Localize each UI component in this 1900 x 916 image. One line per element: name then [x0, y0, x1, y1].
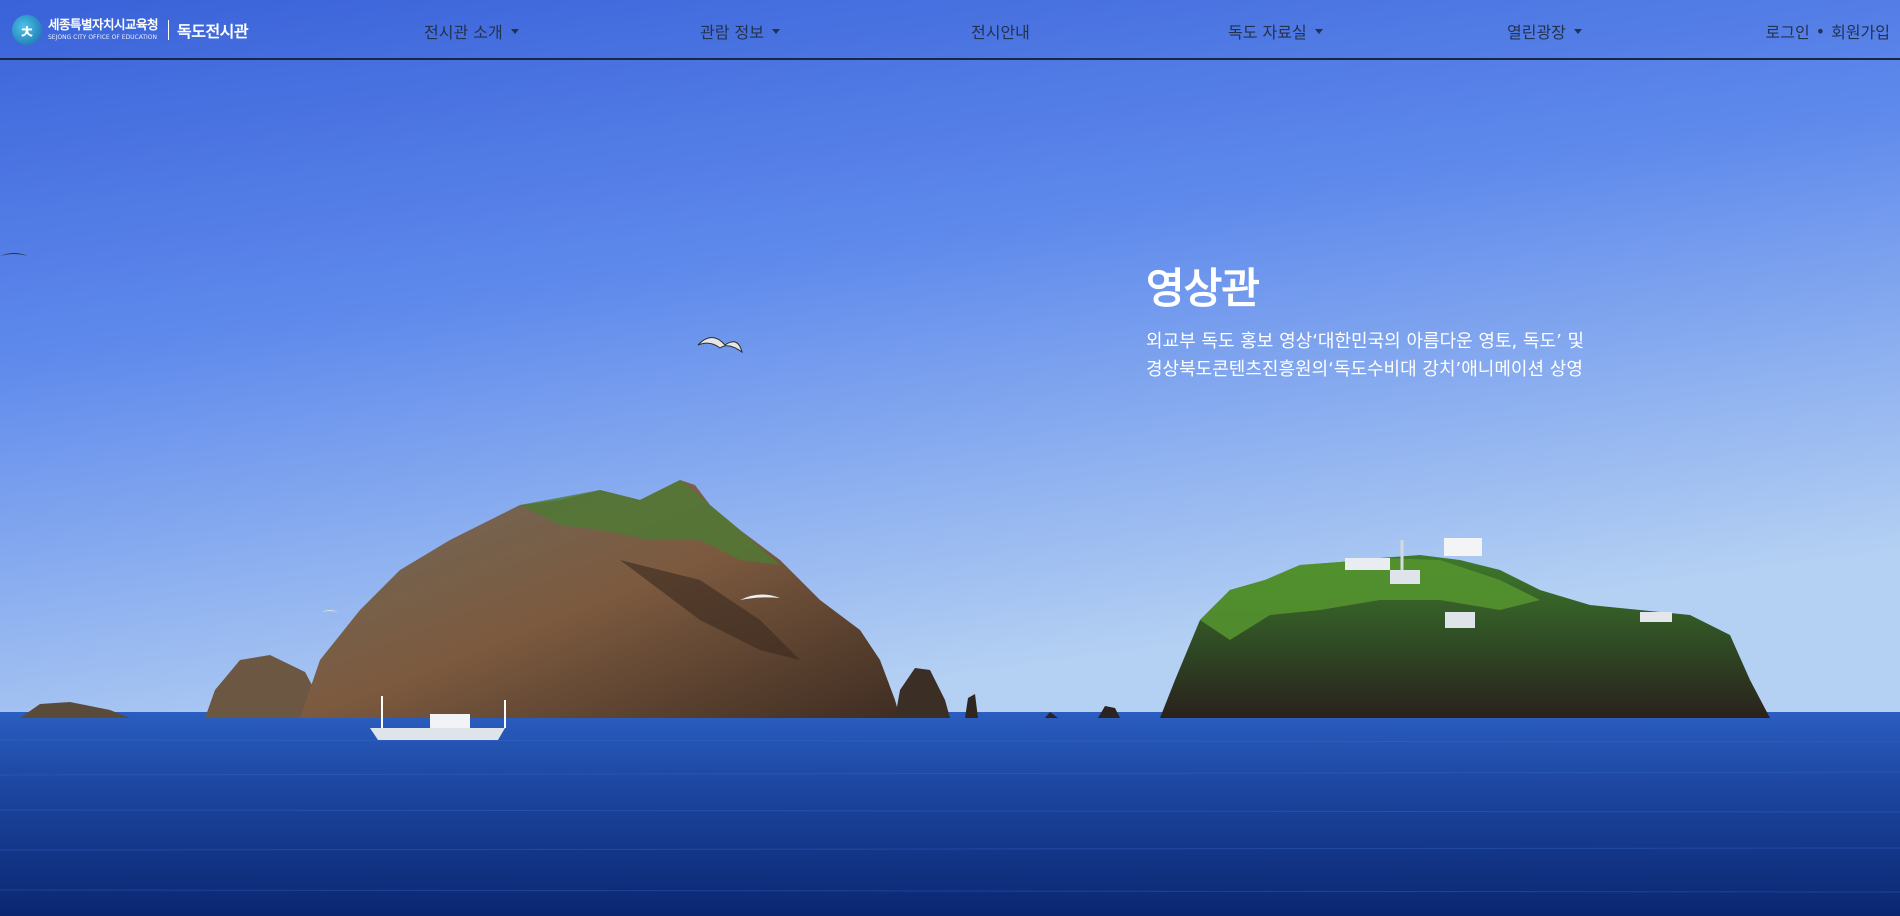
- nav-label: 열린광장: [1507, 23, 1566, 42]
- nav-exhibition-intro[interactable]: 전시관 소개: [424, 19, 519, 43]
- nav-label: 관람 정보: [700, 23, 764, 42]
- auth-separator: •: [1815, 21, 1826, 41]
- hero-description-line-2: 경상북도콘텐츠진흥원의‘독도수비대 강치’애니메이션 상영: [1146, 359, 1583, 380]
- org-name-en: SEJONG CITY OFFICE OF EDUCATION: [48, 33, 157, 41]
- org-name-block: 세종특별자치시교육청 SEJONG CITY OFFICE OF EDUCATI…: [48, 17, 159, 41]
- signup-link[interactable]: 회원가입: [1831, 19, 1890, 43]
- org-name: 세종특별자치시교육청: [48, 17, 159, 33]
- site-name: 독도전시관: [177, 22, 249, 41]
- hero-background: [0, 0, 1900, 916]
- page-title: 영상관: [1146, 264, 1260, 313]
- hero-caption: 영상관 외교부 독도 홍보 영상‘대한민국의 아름다운 영토, 독도’ 및 경상…: [1146, 255, 1584, 384]
- hero-scene-image: [0, 0, 1900, 916]
- page: ㅊ 세종특별자치시교육청 SEJONG CITY OFFICE OF EDUCA…: [0, 0, 1900, 916]
- hero-description: 외교부 독도 홍보 영상‘대한민국의 아름다운 영토, 독도’ 및 경상북도콘텐…: [1146, 328, 1584, 384]
- nav-open-square[interactable]: 열린광장: [1507, 19, 1582, 43]
- nav-label: 전시관 소개: [424, 23, 503, 42]
- login-link[interactable]: 로그인: [1766, 19, 1810, 43]
- site-logo[interactable]: ㅊ 세종특별자치시교육청 SEJONG CITY OFFICE OF EDUCA…: [12, 13, 249, 47]
- caret-down-icon: [771, 29, 780, 34]
- top-navigation: ㅊ 세종특별자치시교육청 SEJONG CITY OFFICE OF EDUCA…: [0, 0, 1900, 60]
- caret-down-icon: [1573, 29, 1582, 34]
- auth-links: 로그인 • 회원가입: [1766, 19, 1891, 43]
- nav-label: 독도 자료실: [1228, 23, 1307, 42]
- emblem-icon: ㅊ: [12, 15, 42, 45]
- nav-dokdo-archive[interactable]: 독도 자료실: [1228, 19, 1323, 43]
- nav-label: 전시안내: [971, 23, 1030, 42]
- hero-description-line-1: 외교부 독도 홍보 영상‘대한민국의 아름다운 영토, 독도’ 및: [1146, 331, 1585, 352]
- caret-down-icon: [510, 29, 519, 34]
- caret-down-icon: [1314, 29, 1323, 34]
- logo-divider: [168, 20, 170, 40]
- nav-exhibition-guide[interactable]: 전시안내: [971, 19, 1030, 43]
- nav-visit-info[interactable]: 관람 정보: [700, 19, 780, 43]
